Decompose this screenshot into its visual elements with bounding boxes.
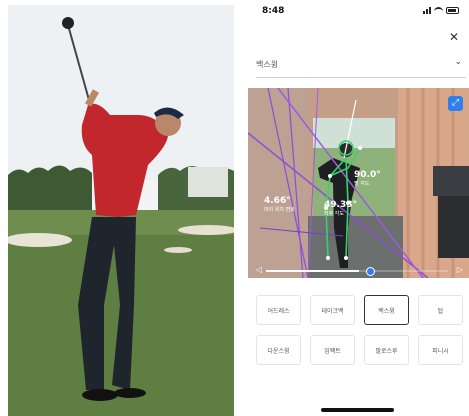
- chevron-down-icon: ⌄: [454, 57, 462, 67]
- measurement-caption: 팔 각도: [354, 181, 370, 187]
- flip-icon[interactable]: ▷: [457, 266, 463, 274]
- phase-button[interactable]: 임팩트: [310, 335, 355, 365]
- swing-phase-value: 백스윙: [256, 60, 279, 69]
- status-time: 8:48: [262, 6, 285, 16]
- home-indicator: [321, 408, 394, 412]
- phase-button[interactable]: 테이크백: [310, 295, 355, 325]
- close-button[interactable]: ✕: [449, 31, 459, 43]
- measurement-value: 49.33°: [324, 200, 357, 210]
- status-icons: [423, 7, 459, 14]
- wifi-icon: [434, 7, 443, 14]
- swing-phase-select[interactable]: 백스윙 ⌄: [256, 54, 466, 78]
- measurement-caption: 척추 각도: [324, 211, 344, 217]
- line-tool-icon[interactable]: ⤢: [448, 96, 463, 111]
- measurement-spine: 49.33° 척추 각도: [324, 200, 357, 217]
- swing-analysis-video[interactable]: ⤢ 4.66° 머리 위치 변화 90.0° 팔 각도 49.33° 척추 각도…: [248, 88, 469, 278]
- timeline-scrubber[interactable]: [365, 267, 375, 276]
- phase-button[interactable]: 탑: [418, 295, 463, 325]
- signal-icon: [423, 7, 431, 14]
- phone-screen: 8:48 ✕ 백스윙 ⌄ ⤢ 4.66° 머리 위치 변화 90.0° 팔 각도…: [246, 0, 469, 416]
- phase-button[interactable]: 다운스윙: [256, 335, 301, 365]
- measurement-arm: 90.0° 팔 각도: [354, 170, 381, 187]
- status-bar: 8:48: [246, 0, 469, 22]
- battery-icon: [446, 7, 459, 14]
- screen: 8:48 ✕ 백스윙 ⌄ ⤢ 4.66° 머리 위치 변화 90.0° 팔 각도…: [0, 0, 469, 416]
- measurement-value: 90.0°: [354, 170, 381, 180]
- play-icon[interactable]: ◁: [256, 266, 262, 274]
- measurement-head: 4.66° 머리 위치 변화: [264, 196, 295, 213]
- phase-button[interactable]: 백스윙: [364, 295, 409, 325]
- phase-button[interactable]: 팔로스루: [364, 335, 409, 365]
- measurement-caption: 머리 위치 변화: [264, 207, 295, 213]
- measurement-value: 4.66°: [264, 196, 291, 206]
- golfer-photo: [8, 5, 234, 416]
- phase-button[interactable]: 피니시: [418, 335, 463, 365]
- phase-button[interactable]: 어드레스: [256, 295, 301, 325]
